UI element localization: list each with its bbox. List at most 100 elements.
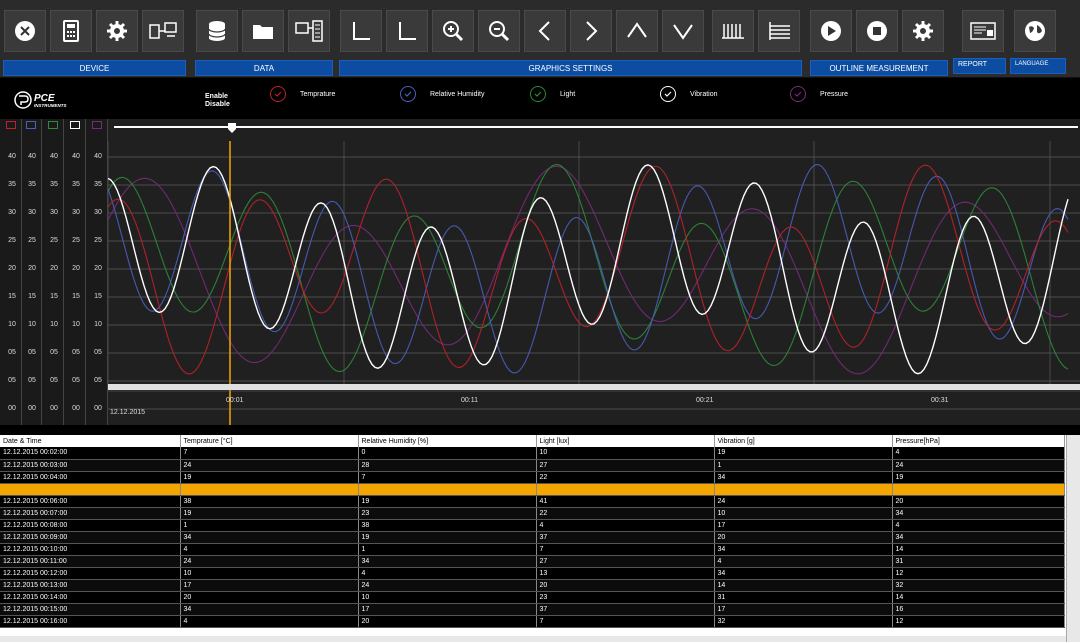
- vertical-grid-button[interactable]: [712, 10, 754, 52]
- y-axis-header-swatch: [92, 121, 102, 129]
- table-cell: 7: [536, 615, 715, 628]
- language-button[interactable]: [1014, 10, 1056, 52]
- legend-bar: PCE INSTRUMENTS Enable Disable Tempratur…: [0, 79, 1080, 119]
- y-tick-label: 20: [28, 265, 36, 272]
- column-header[interactable]: Light [lux]: [536, 435, 715, 447]
- chevron-up-icon: [627, 22, 647, 38]
- table-row[interactable]: 12.12.2015 00:07:00 19 23 22 10 34: [0, 507, 1065, 520]
- table-cell: 4: [180, 615, 359, 628]
- table-cell: 16: [892, 603, 1065, 616]
- table-cell: 32: [714, 615, 893, 628]
- y-tick-label: 10: [8, 321, 16, 328]
- scroll-right-button[interactable]: [570, 10, 612, 52]
- y-tick-label: 15: [28, 293, 36, 300]
- start-measurement-button[interactable]: [810, 10, 852, 52]
- table-cell: 24: [180, 555, 359, 568]
- chart-plot[interactable]: 00:01 00:11 00:21 00:31 12.12.2015: [108, 119, 1080, 425]
- y-tick-label: 30: [8, 209, 16, 216]
- column-header[interactable]: Temprature [°C]: [180, 435, 359, 447]
- horizontal-grid-button[interactable]: [758, 10, 800, 52]
- device-settings-button[interactable]: [96, 10, 138, 52]
- table-row[interactable]: 12.12.2015 00:15:00 34 17 37 17 16: [0, 603, 1065, 616]
- table-cell: 7: [180, 447, 359, 460]
- table-row[interactable]: 12.12.2015 00:14:00 20 10 23 31 14: [0, 591, 1065, 604]
- table-cell: 14: [714, 579, 893, 592]
- zoom-in-button[interactable]: [432, 10, 474, 52]
- y-tick-label: 15: [8, 293, 16, 300]
- y-tick-label: 30: [50, 209, 58, 216]
- open-folder-button[interactable]: [242, 10, 284, 52]
- vertical-grid-icon: [722, 24, 744, 39]
- legend-item-light[interactable]: Light: [530, 86, 575, 102]
- table-row[interactable]: 12.12.2015 00:11:00 24 34 27 4 31: [0, 555, 1065, 568]
- zoom-out-button[interactable]: [478, 10, 520, 52]
- table-cell: 12.12.2015 00:09:00: [0, 531, 181, 544]
- table-row-selected[interactable]: 12.12.2015 00:05:00 25 26 26 10 11: [0, 483, 1065, 496]
- measurement-settings-button[interactable]: [902, 10, 944, 52]
- zoom-out-icon: [489, 21, 510, 42]
- database-button[interactable]: [196, 10, 238, 52]
- table-cell: 12.12.2015 00:15:00: [0, 603, 181, 616]
- table-cell: 19: [892, 471, 1065, 484]
- calculator-button[interactable]: [50, 10, 92, 52]
- check-icon[interactable]: [270, 86, 286, 102]
- calculator-icon: [63, 20, 79, 42]
- table-horizontal-scrollbar[interactable]: [0, 636, 1066, 642]
- table-cell: 34: [180, 531, 359, 544]
- y-axis-header-swatch: [70, 121, 80, 129]
- check-icon[interactable]: [530, 86, 546, 102]
- table-cell: 20: [536, 579, 715, 592]
- chart-panel: 40 35 30 25 20 15 10 05 05 00 40 35 30 25 20 15 10 05 05 00…: [0, 119, 1080, 425]
- table-cell: 19: [358, 495, 537, 508]
- column-header[interactable]: Relative Humidity [%]: [358, 435, 537, 447]
- table-cell: 4: [892, 519, 1065, 532]
- stop-measurement-button[interactable]: [856, 10, 898, 52]
- legend-item-temperature[interactable]: Temprature: [270, 86, 335, 102]
- scroll-down-button[interactable]: [662, 10, 704, 52]
- legend-item-vibration[interactable]: Vibration: [660, 86, 718, 102]
- axis-left-button[interactable]: [340, 10, 382, 52]
- table-row[interactable]: 12.12.2015 00:08:00 1 38 4 17 4: [0, 519, 1065, 532]
- table-row[interactable]: 12.12.2015 00:10:00 4 1 7 34 14: [0, 543, 1065, 556]
- check-icon[interactable]: [790, 86, 806, 102]
- table-row[interactable]: 12.12.2015 00:02:00 7 0 10 19 4: [0, 447, 1065, 460]
- column-header[interactable]: Vibration [g]: [714, 435, 893, 447]
- y-tick-label: 05: [8, 377, 16, 384]
- close-icon: [15, 21, 35, 41]
- table-row[interactable]: 12.12.2015 00:06:00 38 19 41 24 20: [0, 495, 1065, 508]
- report-button[interactable]: [962, 10, 1004, 52]
- legend-item-pressure[interactable]: Pressure: [790, 86, 848, 102]
- table-cell: 12.12.2015 00:06:00: [0, 495, 181, 508]
- table-row[interactable]: 12.12.2015 00:13:00 17 24 20 14 32: [0, 579, 1065, 592]
- scroll-up-button[interactable]: [616, 10, 658, 52]
- export-data-button[interactable]: [288, 10, 330, 52]
- check-icon[interactable]: [660, 86, 676, 102]
- language-group-label: LANGUAGE: [1010, 58, 1066, 74]
- plot-background: [108, 119, 1080, 425]
- table-cell: 31: [892, 555, 1065, 568]
- table-row[interactable]: 12.12.2015 00:16:00 4 20 7 32 12: [0, 615, 1065, 628]
- table-row[interactable]: 12.12.2015 00:03:00 24 28 27 1 24: [0, 459, 1065, 472]
- axis-right-button[interactable]: [386, 10, 428, 52]
- table-row[interactable]: 12.12.2015 00:12:00 10 4 13 34 12: [0, 567, 1065, 580]
- table-vertical-scrollbar[interactable]: [1066, 435, 1080, 642]
- graphics-settings-group-label: GRAPHICS SETTINGS: [339, 60, 802, 76]
- scroll-left-button[interactable]: [524, 10, 566, 52]
- table-body: 12.12.2015 00:02:00 7 0 10 19 4 12.12.2015 00:…: [0, 447, 1065, 628]
- device-connect-button[interactable]: [142, 10, 184, 52]
- check-icon[interactable]: [400, 86, 416, 102]
- close-button[interactable]: [4, 10, 46, 52]
- column-header[interactable]: Date & Time: [0, 435, 181, 447]
- table-cell: 27: [536, 459, 715, 472]
- table-row[interactable]: 12.12.2015 00:04:00 19 7 22 34 19: [0, 471, 1065, 484]
- legend-item-relative-humidity[interactable]: Relative Humidity: [400, 86, 484, 102]
- column-header[interactable]: Pressure[hPa]: [892, 435, 1065, 447]
- table-cell: 11: [892, 483, 1065, 496]
- y-tick-label: 25: [94, 237, 102, 244]
- report-group-label: REPORT: [953, 58, 1006, 74]
- table-row[interactable]: 12.12.2015 00:09:00 34 19 37 20 34: [0, 531, 1065, 544]
- table-cell: 12.12.2015 00:14:00: [0, 591, 181, 604]
- table-cell: 38: [358, 519, 537, 532]
- toolbar: DEVICE DATA GRAPHICS SETTINGS OUTLINE ME…: [0, 0, 1080, 78]
- table-cell: 12.12.2015 00:12:00: [0, 567, 181, 580]
